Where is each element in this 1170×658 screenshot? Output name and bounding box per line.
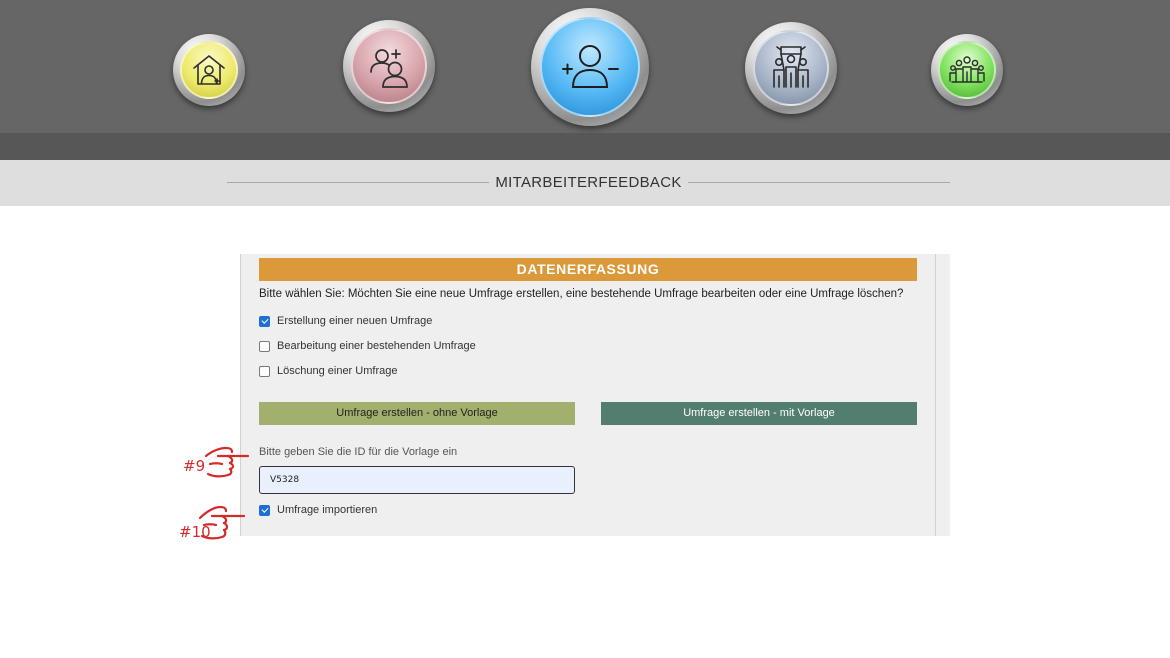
- nav-group-button[interactable]: [931, 34, 1003, 106]
- delete-survey-checkbox[interactable]: [259, 365, 270, 377]
- import-survey-checkbox[interactable]: [259, 504, 270, 516]
- nav-home-button[interactable]: [173, 34, 245, 106]
- survey-action-question: Bitte wählen Sie: Möchten Sie eine neue …: [259, 288, 904, 300]
- users-plus-icon: [370, 49, 408, 88]
- team-banner-icon: [773, 46, 809, 88]
- nav-add-users-button[interactable]: [343, 20, 435, 112]
- option-import-survey[interactable]: Umfrage importieren: [259, 504, 377, 516]
- template-id-input[interactable]: [259, 466, 575, 494]
- option-import-survey-label: Umfrage importieren: [277, 504, 378, 516]
- house-user-icon: [193, 55, 225, 85]
- create-survey-without-template-button[interactable]: Umfrage erstellen - ohne Vorlage: [259, 402, 575, 425]
- create-survey-with-template-button[interactable]: Umfrage erstellen - mit Vorlage: [601, 402, 917, 425]
- nav-employee-feedback-button[interactable]: [531, 8, 649, 126]
- edit-survey-checkbox[interactable]: [259, 340, 270, 352]
- create-survey-checkbox[interactable]: [259, 315, 270, 327]
- option-edit-survey[interactable]: Bearbeitung einer bestehenden Umfrage: [259, 340, 476, 352]
- annotation-step-9-label: #9: [183, 457, 206, 475]
- option-create-survey-label: Erstellung einer neuen Umfrage: [277, 315, 433, 327]
- section-header: DATENERFASSUNG: [259, 258, 917, 281]
- option-delete-survey-label: Löschung einer Umfrage: [277, 365, 398, 377]
- group-icon: [949, 56, 985, 83]
- pointing-hand-icon: [198, 505, 246, 540]
- option-create-survey[interactable]: Erstellung einer neuen Umfrage: [259, 315, 432, 327]
- title-divider-right: [688, 182, 950, 183]
- top-navigation-band: [0, 133, 1170, 160]
- pointing-hand-icon: [204, 446, 250, 478]
- top-navigation-bar: [0, 0, 1170, 160]
- data-entry-panel-edge: [936, 254, 950, 536]
- template-id-label: Bitte geben Sie die ID für die Vorlage e…: [259, 446, 458, 458]
- page-title: MITARBEITERFEEDBACK: [495, 174, 682, 191]
- title-divider-left: [227, 182, 489, 183]
- user-plus-minus-icon: [562, 45, 619, 88]
- option-edit-survey-label: Bearbeitung einer bestehenden Umfrage: [277, 340, 476, 352]
- nav-team-button[interactable]: [745, 22, 837, 114]
- option-delete-survey[interactable]: Löschung einer Umfrage: [259, 365, 397, 377]
- page-title-band: MITARBEITERFEEDBACK: [0, 160, 1170, 206]
